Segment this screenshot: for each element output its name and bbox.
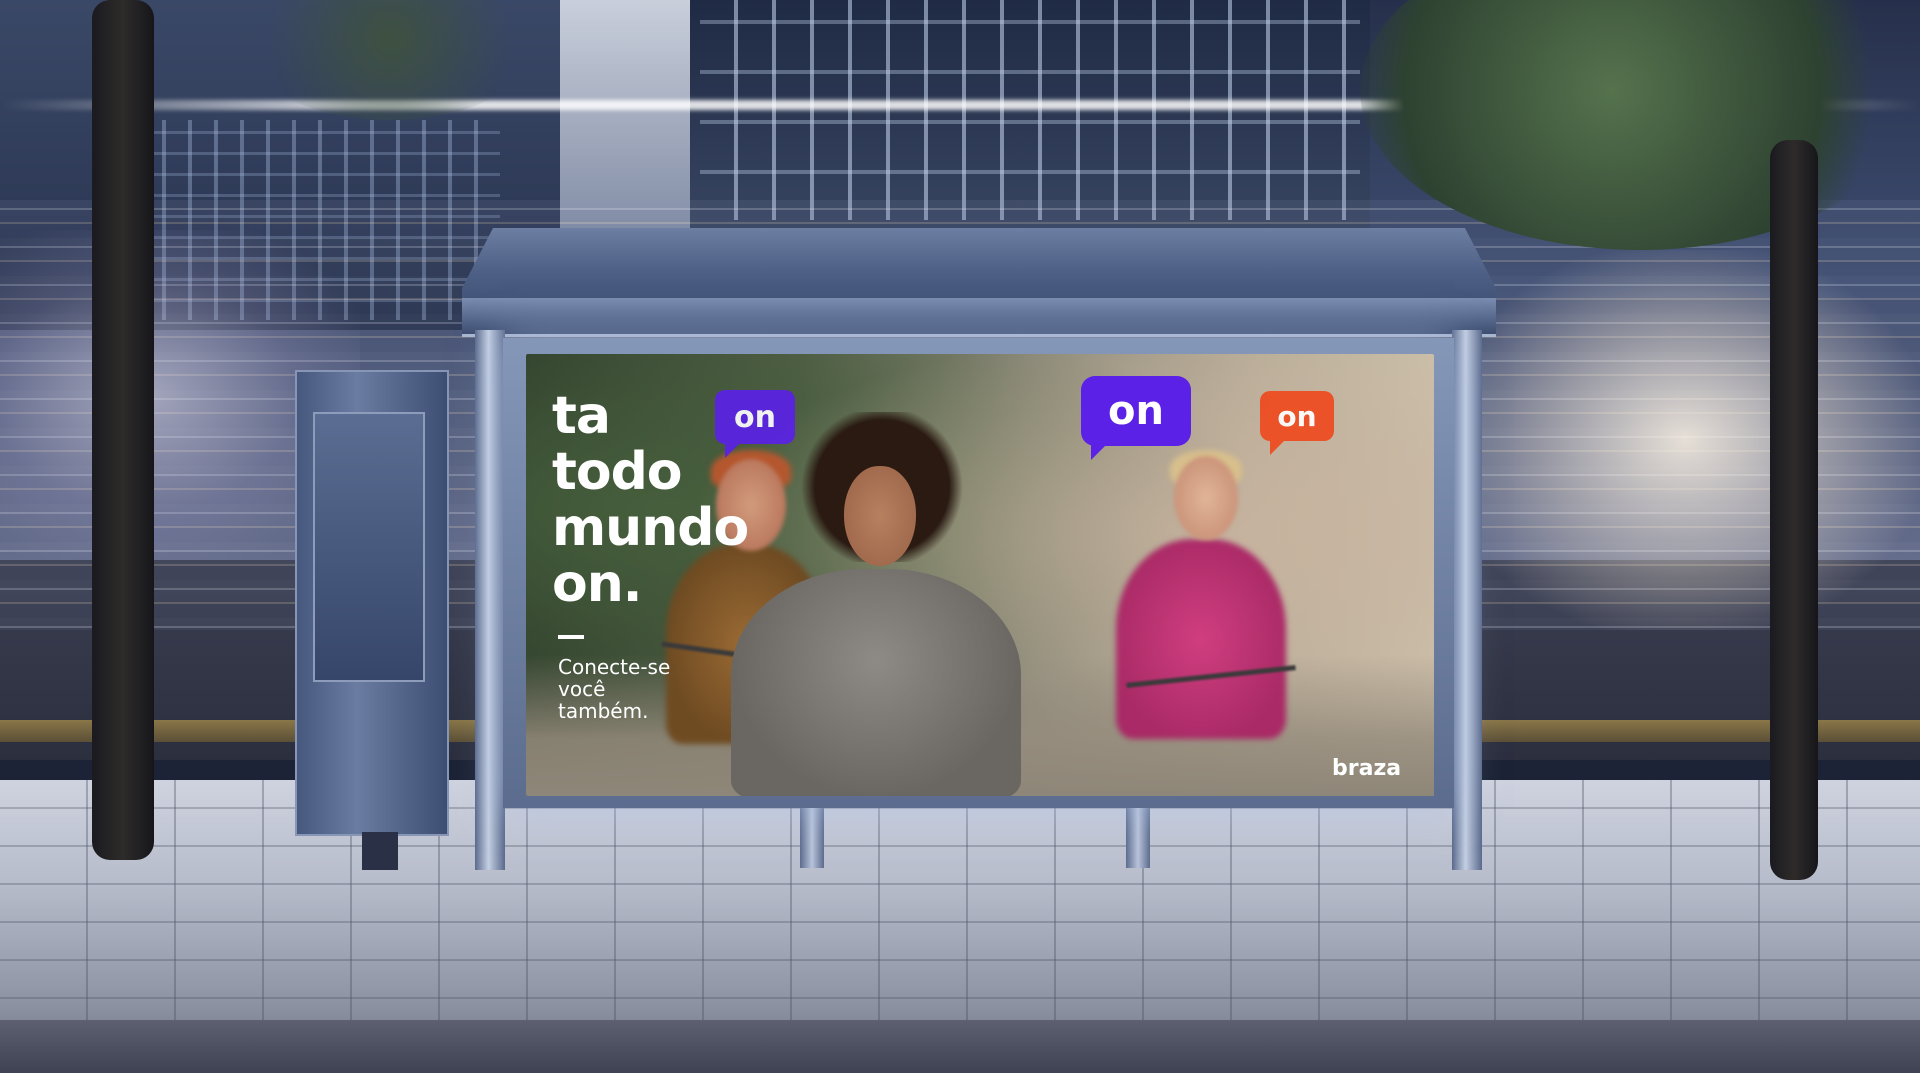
headline-divider — [558, 635, 584, 639]
billboard-leg — [800, 800, 824, 868]
tree-trunk-left — [92, 0, 154, 860]
ad-cyclist-woman-right-head — [1174, 456, 1238, 540]
ad-main-woman-sweater — [731, 569, 1021, 796]
kiosk-base — [362, 832, 398, 870]
headline-line: todo — [552, 442, 683, 502]
headline-line: on. — [552, 554, 643, 614]
ad-main-woman-face — [844, 466, 916, 566]
subcopy-line: Conecte-se — [558, 655, 671, 679]
subcopy-line: você — [558, 677, 606, 701]
tree-trunk-right — [1770, 140, 1818, 880]
light-glow-right — [1450, 250, 1920, 630]
kiosk-panel — [313, 412, 425, 682]
subcopy-line: também. — [558, 699, 649, 723]
speech-bubble-on-purple-large: on — [1081, 376, 1191, 460]
building-windows — [700, 0, 1360, 220]
ad-cyclist-woman-right-body — [1116, 539, 1286, 739]
billboard-ad: ta todo mundo on. Conecte-se você também… — [526, 354, 1434, 796]
bus-stop-scene: ta todo mundo on. Conecte-se você também… — [0, 0, 1920, 1073]
billboard-leg — [1126, 800, 1150, 868]
headline-line: mundo — [552, 498, 749, 558]
shelter-pole-left — [475, 330, 505, 870]
ad-subcopy: Conecte-se você também. — [558, 656, 670, 722]
shelter-roof-edge — [462, 298, 1496, 337]
brand-logo: braza — [1332, 756, 1402, 781]
utility-kiosk — [295, 370, 449, 836]
speech-bubble-on-purple-small: on — [715, 390, 795, 458]
curb-front — [0, 1020, 1920, 1073]
speech-bubble-on-orange: on — [1260, 391, 1334, 455]
shelter-pole-right — [1452, 330, 1482, 870]
